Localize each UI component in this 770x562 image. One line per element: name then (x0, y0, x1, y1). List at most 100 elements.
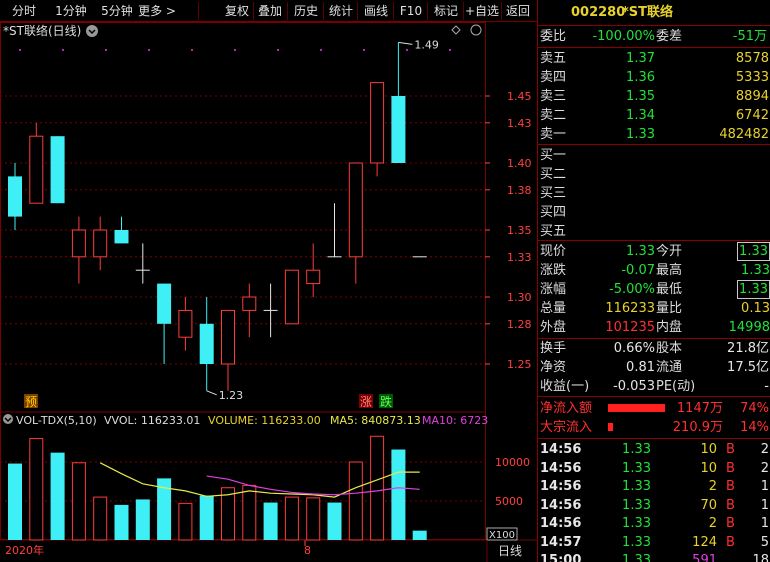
date-axis-year: 2020年 (5, 543, 44, 557)
sell-level-row[interactable]: 卖四 1.36 5333 (538, 68, 770, 87)
buy-level-row[interactable]: 买一 (538, 146, 770, 165)
chart-title-dropdown-icon[interactable] (86, 25, 98, 37)
toolbar-stats-button[interactable]: 统计 (326, 0, 356, 22)
tick-trade-row: 14:56 1.33 70 B 1 (538, 496, 770, 515)
tick-volume: 2 (708, 516, 717, 531)
buy-level-label: 买二 (540, 167, 567, 182)
toolbar-history-button[interactable]: 历史 (290, 0, 322, 22)
volume-bar-down (50, 452, 65, 540)
tick-count: 2 (760, 460, 769, 476)
fund-label: PE(动) (656, 379, 696, 394)
toolbar-5min-button[interactable]: 5分钟 (96, 0, 138, 22)
price-tick-label: 1.43 (507, 117, 532, 130)
toolbar-add-favorite-button[interactable]: +自选 (464, 0, 500, 22)
fund-label: 股本 (656, 341, 683, 356)
tick-count: 2 (760, 442, 769, 457)
buy-level-row[interactable]: 买四 (538, 203, 770, 222)
volume-bar-down (412, 530, 427, 540)
stat-value: 116233 (605, 301, 655, 316)
indicator-dropdown-icon[interactable] (3, 414, 13, 424)
sell-level-price: 1.37 (626, 51, 655, 66)
forecast-marker-label: 预 (25, 395, 37, 409)
toolbar-overlay-button[interactable]: 叠加 (254, 0, 286, 22)
tick-trade-row: 15:00 1.33 591 18 (538, 551, 770, 562)
candle-body-down (50, 136, 65, 204)
sell-level-label: 卖二 (540, 108, 567, 123)
buy-level-row[interactable]: 买五 (538, 222, 770, 241)
candle-body-up (29, 135, 44, 204)
sell-level-row[interactable]: 卖五 1.37 8578 (538, 49, 770, 68)
buy-level-label: 买三 (540, 186, 567, 201)
volume-bar-up (178, 502, 193, 541)
vvol-value: VVOL: 116233.01 (104, 414, 200, 427)
vol-indicator-name: VOL-TDX(5,10) (16, 414, 97, 427)
tick-side: B (726, 479, 735, 494)
price-tick-label: 1.35 (507, 224, 532, 237)
sell-level-row[interactable]: 卖一 1.33 482482 (538, 125, 770, 144)
toolbar-f10-button[interactable]: F10 (396, 0, 426, 22)
buy-level-label: 买一 (540, 148, 567, 163)
stat-value: -5.00% (609, 282, 655, 297)
settings-icon[interactable] (470, 24, 482, 36)
candle-body-up (221, 309, 235, 365)
price-tick-label: 1.40 (507, 157, 532, 170)
die-marker-label: 跌 (380, 394, 392, 409)
tick-time: 14:56 (540, 442, 582, 457)
toolbar-mark-button[interactable]: 标记 (430, 0, 462, 22)
sell-level-row[interactable]: 卖三 1.35 8894 (538, 87, 770, 106)
sell-level-volume: 482482 (719, 127, 769, 142)
quote-stat-row: 外盘 101235 内盘 14998 (538, 318, 770, 337)
sell-level-volume: 5333 (735, 70, 769, 85)
tick-count: 1 (760, 497, 769, 513)
buy-level-row[interactable]: 买三 (538, 184, 770, 203)
kline-chart-area[interactable]: 1.45 1.43 1.40 1.38 1.35 1.33 1.30 1.28 1.25 1000… (0, 22, 537, 562)
fund-value: -0.053 (613, 379, 655, 394)
period-selector[interactable]: 日线 (498, 544, 522, 558)
diamond-icon[interactable] (451, 25, 461, 35)
tick-trade-row: 14:56 1.33 10 B 2 (538, 440, 770, 459)
kline-chart-svg[interactable]: 1.45 1.43 1.40 1.38 1.35 1.33 1.30 1.28 1.25 1000… (0, 22, 537, 562)
stat-value: 0.13 (741, 301, 770, 316)
sell-level-row[interactable]: 卖二 1.34 6742 (538, 106, 770, 125)
stat-label: 最高 (656, 263, 683, 278)
volume-bar-up (93, 496, 108, 541)
tick-time: 14:56 (540, 516, 582, 531)
flow-percent: 74% (740, 401, 769, 416)
tick-volume: 124 (692, 534, 717, 550)
tick-volume: 2 (708, 479, 717, 494)
buy-level-row[interactable]: 买二 (538, 165, 770, 184)
tick-count: 18 (752, 553, 769, 562)
fund-label: 流通 (656, 360, 683, 375)
flow-amount: 1147万 (676, 401, 723, 416)
tick-price: 1.33 (622, 442, 651, 457)
vol-unit: X100 (489, 530, 515, 541)
flow-bar (608, 423, 613, 431)
candle-body-up (178, 309, 193, 338)
low-price-label: 1.23 (219, 389, 244, 402)
toolbar-1min-button[interactable]: 1分钟 (48, 0, 94, 22)
tick-volume: 10 (700, 442, 717, 457)
toolbar-timeshare-button[interactable]: 分时 (2, 0, 46, 22)
volume-bar-up (370, 435, 385, 541)
tick-price: 1.33 (622, 516, 651, 531)
toolbar-fuquan-button[interactable]: 复权 (222, 0, 252, 22)
stock-header: 002280 *ST联络 (538, 2, 770, 24)
stock-code: 002280 (571, 5, 626, 20)
candle-body-down (391, 96, 406, 163)
sell-level-label: 卖五 (540, 51, 567, 66)
volume-bar-up (306, 497, 321, 541)
toolbar-more-button[interactable]: 更多 > (138, 0, 176, 22)
toolbar-back-button[interactable]: 返回 (502, 0, 534, 22)
price-tick-label: 1.38 (507, 184, 532, 197)
fundamental-row: 收益(一) -0.053 PE(动) - (538, 377, 770, 396)
candle-body-up (93, 229, 108, 258)
price-tick-label: 1.33 (507, 251, 532, 264)
price-tick-label: 1.28 (507, 318, 532, 331)
volume-bar-down (327, 502, 342, 540)
tick-time: 14:57 (540, 534, 582, 550)
stat-label: 最低 (656, 282, 683, 297)
sell-level-price: 1.35 (626, 89, 655, 104)
sell-level-volume: 6742 (735, 108, 769, 123)
toolbar-draw-button[interactable]: 画线 (360, 0, 392, 22)
tick-side: B (726, 534, 735, 550)
